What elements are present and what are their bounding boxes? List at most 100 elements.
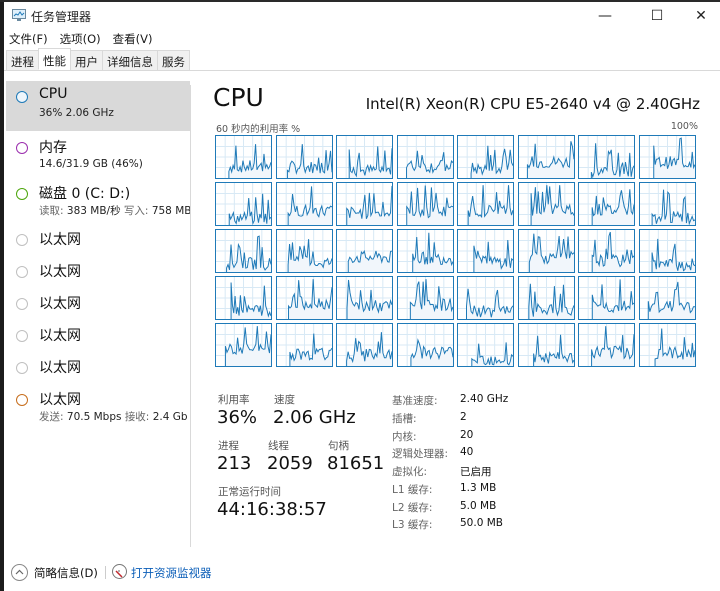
logical-processor-graph	[517, 182, 575, 226]
tab-users[interactable]: 用户	[70, 50, 103, 70]
sidebar-item-label: 以太网	[39, 264, 81, 280]
logical-processor-graph	[215, 276, 272, 320]
logical-processor-graph	[457, 323, 514, 367]
logical-processor-graph	[336, 229, 393, 273]
logical-processor-graph	[638, 276, 696, 320]
logical-processor-graph	[517, 229, 575, 273]
sidebar-item-sub: 读取: 383 MB/秒 写入: 758 MB	[39, 205, 190, 217]
logical-processor-graph	[578, 276, 635, 320]
spec-value: 1.3 MB	[460, 482, 497, 494]
menu-file[interactable]: 文件(F)	[4, 29, 55, 49]
logical-processor-graph	[275, 182, 333, 226]
fewer-details-button[interactable]: 简略信息(D)	[34, 565, 98, 581]
logical-processor-graph	[457, 276, 514, 320]
sidebar-item-label: 磁盘 0 (C: D:)	[39, 186, 131, 202]
tab-performance[interactable]: 性能	[38, 48, 71, 70]
spec-label: L2 缓存:	[392, 502, 433, 514]
spec-value: 40	[460, 446, 474, 458]
sidebar-item-ethernet-active[interactable]: 以太网 发送: 70.5 Mbps 接收: 2.4 Gb	[6, 386, 190, 432]
logical-processor-graph	[578, 182, 635, 226]
task-manager-window: 任务管理器 — ☐ ✕ 文件(F) 选项(O) 查看(V) 进程 性能 用户 详…	[4, 2, 720, 591]
logical-processor-graph	[578, 323, 635, 367]
sidebar-item-label: 内存	[39, 140, 67, 156]
sidebar-item-label: 以太网	[39, 296, 81, 312]
logical-processor-graph	[215, 135, 272, 179]
spec-label: 内核:	[392, 431, 417, 443]
tab-services[interactable]: 服务	[157, 50, 190, 70]
uptime-label: 正常运行时间	[218, 486, 281, 498]
sidebar-item-ethernet[interactable]: 以太网	[6, 258, 190, 290]
logical-processor-graph	[215, 182, 272, 226]
close-button[interactable]: ✕	[678, 2, 720, 29]
title-bar[interactable]: 任务管理器 — ☐ ✕	[4, 2, 720, 29]
spec-value: 已启用	[460, 466, 492, 478]
spec-value: 20	[460, 429, 474, 441]
sidebar-item-ethernet[interactable]: 以太网	[6, 290, 190, 322]
tab-processes[interactable]: 进程	[6, 50, 39, 70]
ethernet-status-circle-icon	[16, 394, 28, 406]
menu-options[interactable]: 选项(O)	[55, 29, 108, 49]
ethernet-status-circle-icon	[16, 362, 28, 374]
ethernet-status-circle-icon	[16, 298, 28, 310]
processes-value: 213	[217, 453, 252, 474]
logical-processor-graph	[275, 323, 333, 367]
logical-processor-graph	[457, 229, 514, 273]
spec-value: 5.0 MB	[460, 500, 497, 512]
spec-value: 50.0 MB	[460, 517, 503, 529]
disk-status-circle-icon	[16, 188, 28, 200]
sidebar-item-sub: 36% 2.06 GHz	[39, 107, 114, 119]
cpu-detail-panel: CPU Intel(R) Xeon(R) CPU E5-2640 v4 @ 2.…	[194, 77, 720, 547]
footer-bar: 简略信息(D) 打开资源监视器	[4, 557, 720, 587]
maximize-button[interactable]: ☐	[634, 2, 680, 29]
sidebar-item-disk[interactable]: 磁盘 0 (C: D:) 读取: 383 MB/秒 写入: 758 MB	[6, 180, 190, 226]
logical-processor-graphs[interactable]	[215, 135, 699, 367]
spec-label: 基准速度:	[392, 395, 438, 407]
cpu-model: Intel(R) Xeon(R) CPU E5-2640 v4 @ 2.40GH…	[365, 95, 700, 113]
logical-processor-graph	[275, 229, 333, 273]
logical-processor-graph	[336, 182, 393, 226]
sidebar-item-label: 以太网	[39, 392, 81, 408]
sidebar-divider[interactable]	[190, 85, 191, 547]
utilization-max-label: 100%	[670, 121, 698, 132]
footer-separator	[105, 566, 106, 579]
logical-processor-graph	[638, 323, 696, 367]
logical-processor-graph	[638, 135, 696, 179]
spec-label: L1 缓存:	[392, 484, 433, 496]
cpu-status-circle-icon	[16, 91, 28, 103]
memory-status-circle-icon	[16, 142, 28, 154]
sidebar-item-label: 以太网	[39, 232, 81, 248]
chevron-up-icon[interactable]	[11, 564, 28, 581]
logical-processor-graph	[275, 276, 333, 320]
utilization-value: 36%	[217, 407, 258, 428]
sidebar-item-ethernet[interactable]: 以太网	[6, 226, 190, 258]
speed-label: 速度	[274, 394, 295, 406]
minimize-button[interactable]: —	[582, 2, 628, 29]
spec-label: L3 缓存:	[392, 519, 433, 531]
sidebar-item-label: CPU	[39, 86, 68, 102]
logical-processor-graph	[396, 229, 454, 273]
logical-processor-graph	[396, 135, 454, 179]
sidebar-item-label: 以太网	[39, 360, 81, 376]
utilization-axis-label: 60 秒内的利用率 %	[216, 124, 301, 135]
ethernet-status-circle-icon	[16, 330, 28, 342]
logical-processor-graph	[396, 182, 454, 226]
menu-view[interactable]: 查看(V)	[108, 29, 160, 49]
task-manager-app-icon	[12, 9, 26, 21]
speed-value: 2.06 GHz	[273, 407, 356, 428]
logical-processor-graph	[517, 276, 575, 320]
spec-label: 插槽:	[392, 413, 417, 425]
sidebar-item-cpu[interactable]: CPU 36% 2.06 GHz	[6, 81, 190, 131]
logical-processor-graph	[638, 229, 696, 273]
logical-processor-graph	[578, 229, 635, 273]
logical-processor-graph	[457, 182, 514, 226]
sidebar-item-ethernet[interactable]: 以太网	[6, 354, 190, 386]
menu-bar: 文件(F) 选项(O) 查看(V)	[4, 29, 159, 49]
sidebar-item-memory[interactable]: 内存 14.6/31.9 GB (46%)	[6, 134, 190, 180]
tab-details[interactable]: 详细信息	[102, 50, 158, 70]
handles-value: 81651	[327, 453, 385, 474]
spec-label: 逻辑处理器:	[392, 448, 449, 460]
open-resource-monitor-link[interactable]: 打开资源监视器	[131, 565, 212, 581]
logical-processor-graph	[275, 135, 333, 179]
threads-label: 线程	[268, 440, 289, 452]
sidebar-item-ethernet[interactable]: 以太网	[6, 322, 190, 354]
